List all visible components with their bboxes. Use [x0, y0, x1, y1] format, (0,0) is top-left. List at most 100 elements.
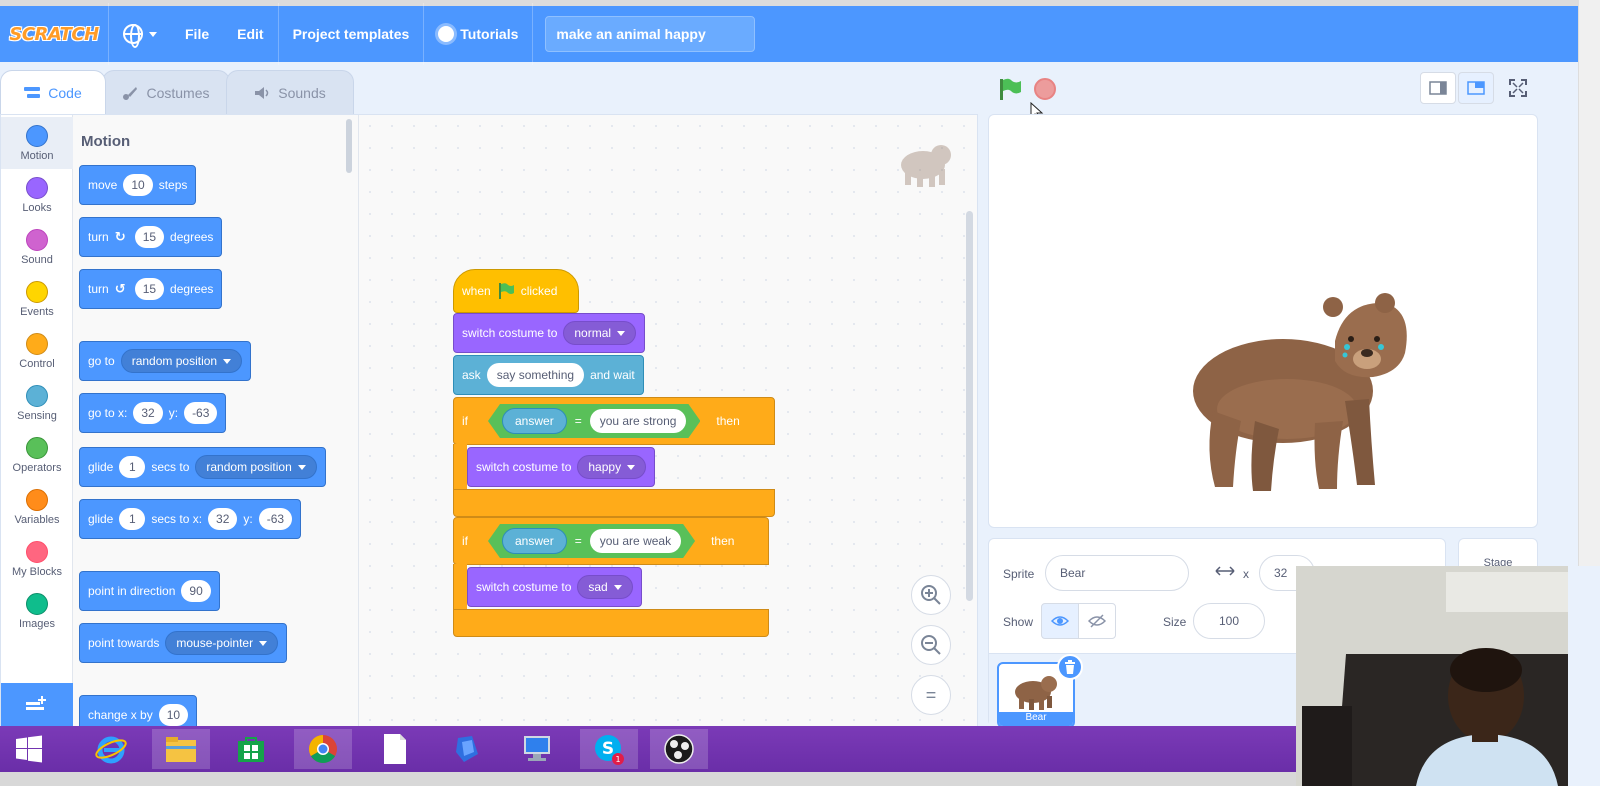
block-number-input[interactable]: 15 — [134, 226, 165, 248]
category-motion[interactable]: Motion — [1, 117, 73, 169]
block-text-input[interactable]: you are strong — [590, 409, 687, 433]
dropdown-value: random position — [206, 460, 292, 474]
hide-sprite-button[interactable] — [1078, 603, 1116, 639]
block-number-input[interactable]: 10 — [158, 704, 189, 726]
project-title-input[interactable]: make an animal happy — [545, 16, 756, 52]
workspace-scrollbar[interactable] — [966, 211, 973, 601]
category-looks[interactable]: Looks — [1, 169, 73, 221]
zoom-reset-button[interactable]: = — [911, 675, 951, 715]
change-x-block[interactable]: change x by 10 — [79, 695, 198, 727]
block-text-input[interactable]: you are weak — [590, 529, 681, 553]
answer-reporter[interactable]: answer — [502, 408, 567, 434]
category-sensing[interactable]: Sensing — [1, 377, 73, 429]
bear-sprite[interactable] — [1185, 291, 1425, 501]
stop-button[interactable] — [1034, 78, 1056, 100]
block-dropdown[interactable]: normal — [563, 321, 637, 345]
tab-sounds[interactable]: Sounds — [226, 70, 354, 114]
block-number-input[interactable]: 1 — [119, 456, 146, 478]
obs-taskbar-icon[interactable] — [650, 729, 708, 769]
script-workspace[interactable]: when clicked switch costume to normal as… — [359, 115, 977, 727]
add-extension-icon — [26, 696, 46, 710]
go-to-xy-block[interactable]: go to x: 32 y: -63 — [79, 393, 227, 433]
windows-logo-icon — [16, 735, 42, 763]
if-then-block[interactable]: if answer = you are weak then — [453, 517, 769, 565]
fullscreen-button[interactable] — [1500, 72, 1536, 104]
point-in-direction-block[interactable]: point in direction 90 — [79, 571, 220, 611]
sprite-name-input[interactable]: Bear — [1045, 555, 1189, 591]
tab-code[interactable]: Code — [0, 70, 106, 114]
tab-costumes[interactable]: Costumes — [102, 70, 230, 114]
internet-explorer-taskbar-icon[interactable] — [82, 729, 140, 769]
ask-and-wait-block[interactable]: ask say something and wait — [453, 355, 644, 395]
category-my-blocks[interactable]: My Blocks — [1, 533, 73, 585]
show-sprite-button[interactable] — [1041, 603, 1079, 639]
palette-scrollbar[interactable] — [346, 119, 352, 173]
block-dropdown[interactable]: sad — [577, 575, 633, 599]
green-flag-button[interactable] — [998, 78, 1022, 100]
category-variables[interactable]: Variables — [1, 481, 73, 533]
language-menu[interactable] — [109, 6, 171, 62]
file-menu[interactable]: File — [171, 6, 223, 62]
block-number-input[interactable]: 1 — [119, 508, 146, 530]
app-taskbar-icon[interactable] — [438, 729, 496, 769]
if-then-block[interactable]: if answer = you are strong then — [453, 397, 775, 445]
turn-left-block[interactable]: turn ↺ 15 degrees — [79, 269, 223, 309]
chrome-icon — [309, 735, 337, 763]
block-number-input[interactable]: 32 — [133, 402, 163, 424]
turn-right-block[interactable]: turn ↻ 15 degrees — [79, 217, 223, 257]
category-events[interactable]: Events — [1, 273, 73, 325]
point-towards-block[interactable]: point towards mouse-pointer — [79, 623, 288, 663]
block-dropdown[interactable]: happy — [577, 455, 647, 479]
switch-costume-normal-block[interactable]: switch costume to normal — [453, 313, 646, 353]
block-number-input[interactable]: 32 — [208, 508, 238, 530]
skype-taskbar-icon[interactable]: S1 — [580, 729, 638, 769]
normal-stage-button[interactable] — [1458, 72, 1494, 104]
block-dropdown[interactable]: mouse-pointer — [165, 631, 279, 655]
remote-desktop-taskbar-icon[interactable] — [508, 729, 566, 769]
stage-canvas[interactable] — [988, 114, 1538, 528]
category-sound[interactable]: Sound — [1, 221, 73, 273]
edit-menu[interactable]: Edit — [223, 6, 277, 62]
go-to-block[interactable]: go to random position — [79, 341, 252, 381]
block-number-input[interactable]: -63 — [258, 508, 293, 530]
size-input[interactable]: 100 — [1193, 603, 1265, 639]
add-extension-button[interactable] — [1, 683, 73, 727]
block-text-input[interactable]: say something — [486, 363, 585, 387]
block-number-input[interactable]: -63 — [184, 402, 218, 424]
start-button[interactable] — [0, 729, 58, 769]
project-templates-menu[interactable]: Project templates — [279, 6, 424, 62]
block-text: y: — [243, 512, 253, 526]
move-steps-block[interactable]: move 10 steps — [79, 165, 197, 205]
block-text: move — [88, 178, 118, 192]
block-number-input[interactable]: 10 — [123, 174, 153, 196]
browser-scrollbar[interactable] — [1578, 0, 1600, 566]
small-stage-button[interactable] — [1420, 72, 1456, 104]
equals-operator-block[interactable]: answer = you are strong — [488, 404, 700, 438]
zoom-in-button[interactable] — [911, 575, 951, 615]
delete-sprite-button[interactable] — [1057, 654, 1083, 680]
answer-reporter[interactable]: answer — [502, 528, 567, 554]
zoom-out-button[interactable] — [911, 625, 951, 665]
block-dropdown[interactable]: random position — [120, 349, 243, 373]
block-text: and wait — [590, 368, 635, 382]
block-number-input[interactable]: 15 — [134, 278, 165, 300]
scratch-logo[interactable]: SCRATCH — [9, 19, 99, 49]
when-flag-clicked-block[interactable]: when clicked — [453, 269, 579, 313]
document-taskbar-icon[interactable] — [366, 729, 424, 769]
chrome-taskbar-icon[interactable] — [294, 729, 352, 769]
equals-operator-block[interactable]: answer = you are weak — [488, 524, 695, 558]
file-explorer-taskbar-icon[interactable] — [152, 729, 210, 769]
category-control[interactable]: Control — [1, 325, 73, 377]
tutorials-menu[interactable]: Tutorials — [424, 6, 532, 62]
tab-sounds-label: Sounds — [278, 84, 326, 101]
block-number-input[interactable]: 90 — [181, 580, 211, 602]
block-dropdown[interactable]: random position — [195, 455, 317, 479]
switch-costume-sad-block[interactable]: switch costume to sad — [467, 567, 642, 607]
store-taskbar-icon[interactable] — [222, 729, 280, 769]
glide-to-xy-block[interactable]: glide 1 secs to x: 32 y: -63 — [79, 499, 302, 539]
category-images[interactable]: Images — [1, 585, 73, 637]
block-text: when — [462, 284, 491, 298]
switch-costume-happy-block[interactable]: switch costume to happy — [467, 447, 656, 487]
category-operators[interactable]: Operators — [1, 429, 73, 481]
glide-to-block[interactable]: glide 1 secs to random position — [79, 447, 326, 487]
